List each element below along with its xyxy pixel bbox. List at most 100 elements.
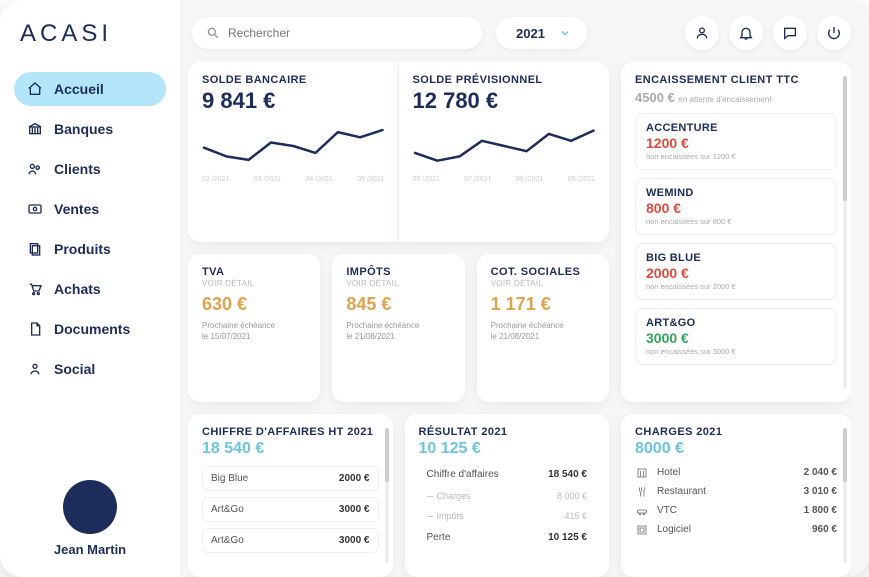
row-value: 3 010 € [804, 486, 837, 497]
card-title: RÉSULTAT 2021 [419, 426, 596, 438]
sidebar-item-banques[interactable]: Banques [14, 112, 166, 146]
sidebar-item-label: Accueil [54, 81, 104, 97]
year-value: 2021 [516, 26, 545, 41]
row-value: 2 040 € [804, 467, 837, 478]
client-item[interactable]: ACCENTURE1200 €non encaissées sur 1200 € [635, 113, 837, 170]
top-icons [685, 16, 851, 50]
resultat-table: Chiffre d'affaires18 540 € Charges 8 000 €… [419, 466, 596, 546]
row-value: 2000 € [339, 473, 370, 484]
charges-list: Hotel2 040 €Restaurant3 010 €VTC1 800 €L… [635, 466, 837, 537]
detail-link[interactable]: VOIR DÉTAIL [346, 279, 450, 288]
client-item[interactable]: BIG BLUE2000 €non encaissées sur 2000 € [635, 243, 837, 300]
client-name: BIG BLUE [646, 252, 826, 264]
card-title: CHIFFRE D'AFFAIRES HT 2021 [202, 426, 379, 438]
app-window: ACASI Accueil Banques Clients Ventes Produit… [0, 0, 869, 577]
bell-icon [738, 25, 754, 41]
table-row: Charges 8 000 € [419, 489, 596, 503]
table-row: Impôts415 € [419, 509, 596, 523]
sparkline-forecast [413, 118, 596, 174]
client-sub: non encaissées sur 800 € [646, 217, 826, 226]
power-button[interactable] [817, 16, 851, 50]
detail-link[interactable]: VOIR DÉTAIL [202, 279, 306, 288]
card-title: TVA [202, 266, 306, 278]
software-icon [635, 523, 649, 537]
card-encaissement: ENCAISSEMENT CLIENT TTC 4500 € en attent… [621, 62, 851, 402]
row-value: 8 000 € [557, 491, 587, 501]
x-tick: 03 /2021 [254, 176, 281, 183]
client-item[interactable]: ART&GO3000 €non encaissées sur 3000 € [635, 308, 837, 365]
card-charges: CHARGES 2021 8000 € Hotel2 040 € Restaura… [621, 414, 851, 577]
table-row[interactable]: Art&Go3000 € [202, 528, 379, 553]
row-label: VTC [657, 505, 796, 516]
x-tick: 07 /2021 [464, 176, 491, 183]
x-tick: 04 /2021 [306, 176, 333, 183]
card-title: CHARGES 2021 [635, 426, 837, 438]
client-item[interactable]: WEMIND800 €non encaissées sur 800 € [635, 178, 837, 235]
note: Prochaine échéancele 21/08/2021 [346, 321, 450, 342]
sidebar-item-documents[interactable]: Documents [14, 312, 166, 346]
x-tick: 09 /2021 [568, 176, 595, 183]
sidebar: ACASI Accueil Banques Clients Ventes Produit… [0, 0, 180, 577]
sidebar-item-achats[interactable]: Achats [14, 272, 166, 306]
table-row: Hotel2 040 € [635, 466, 837, 480]
row-label: Impôts [437, 511, 464, 521]
sales-icon [26, 200, 44, 218]
brand-logo: ACASI [14, 20, 166, 48]
sidebar-item-produits[interactable]: Produits [14, 232, 166, 266]
table-row: Restaurant 3 010 € [635, 485, 837, 499]
client-name: ACCENTURE [646, 122, 826, 134]
xlabels-forecast: 06 /202107 /202108 /202109 /2021 [413, 176, 596, 183]
sidebar-item-ventes[interactable]: Ventes [14, 192, 166, 226]
row-label: Restaurant [657, 486, 796, 497]
card-cot-sociales[interactable]: COT. SOCIALES VOIR DÉTAIL 1 171 € Procha… [477, 254, 609, 401]
note: Prochaine échéancele 15/07/2021 [202, 321, 306, 342]
client-sub: non encaissées sur 1200 € [646, 152, 826, 161]
table-row[interactable]: Art&Go3000 € [202, 497, 379, 522]
client-sub: non encaissées sur 2000 € [646, 282, 826, 291]
card-tva[interactable]: TVA VOIR DÉTAIL 630 € Prochaine échéance… [188, 254, 320, 401]
row-label: Art&Go [211, 504, 244, 515]
table-row: Chiffre d'affaires18 540 € [419, 466, 596, 483]
row-label: Big Blue [211, 473, 248, 484]
hotel-icon [635, 466, 649, 480]
user-button[interactable] [685, 16, 719, 50]
xlabels-bank: 02 /202103 /202104 /202105 /2021 [202, 176, 385, 183]
amount: 8000 € [635, 440, 837, 458]
cart-icon [26, 280, 44, 298]
sidebar-item-accueil[interactable]: Accueil [14, 72, 166, 106]
chat-button[interactable] [773, 16, 807, 50]
row-label: Charges [437, 491, 471, 501]
scrollbar[interactable] [385, 428, 389, 563]
sidebar-item-clients[interactable]: Clients [14, 152, 166, 186]
card-resultat: RÉSULTAT 2021 10 125 € Chiffre d'affaire… [405, 414, 610, 577]
amount: 845 € [346, 294, 450, 315]
bell-button[interactable] [729, 16, 763, 50]
client-amount: 2000 € [646, 265, 826, 281]
row-value: 18 540 € [548, 469, 587, 480]
scrollbar[interactable] [843, 76, 847, 388]
year-picker[interactable]: 2021 [496, 17, 587, 49]
sidebar-item-label: Achats [54, 281, 101, 297]
detail-link[interactable]: VOIR DÉTAIL [491, 279, 595, 288]
topbar: 2021 [188, 16, 851, 50]
client-list: ACCENTURE1200 €non encaissées sur 1200 €… [635, 113, 837, 365]
table-row[interactable]: Big Blue 2000 € [202, 466, 379, 491]
client-name: ART&GO [646, 317, 826, 329]
tax-row: TVA VOIR DÉTAIL 630 € Prochaine échéance… [188, 254, 609, 401]
search-box[interactable] [192, 17, 482, 49]
sidebar-item-social[interactable]: Social [14, 352, 166, 386]
table-row: Logiciel960 € [635, 523, 837, 537]
card-solde-bancaire: SOLDE BANCAIRE 9 841 € 02 /202103 /20210… [188, 62, 399, 242]
encaissement-total-suffix: en attente d'encaissement [678, 95, 771, 104]
search-input[interactable] [228, 26, 468, 40]
bank-amount: 9 841 € [202, 88, 385, 114]
client-sub: non encaissées sur 3000 € [646, 347, 826, 356]
row-label: Logiciel [657, 524, 804, 535]
card-impots[interactable]: IMPÔTS VOIR DÉTAIL 845 € Prochaine échéa… [332, 254, 464, 401]
chevron-down-icon [559, 27, 571, 39]
row-value: 3000 € [339, 535, 370, 546]
sidebar-item-label: Banques [54, 121, 113, 137]
scrollbar[interactable] [843, 428, 847, 563]
client-name: WEMIND [646, 187, 826, 199]
avatar[interactable] [63, 480, 117, 534]
